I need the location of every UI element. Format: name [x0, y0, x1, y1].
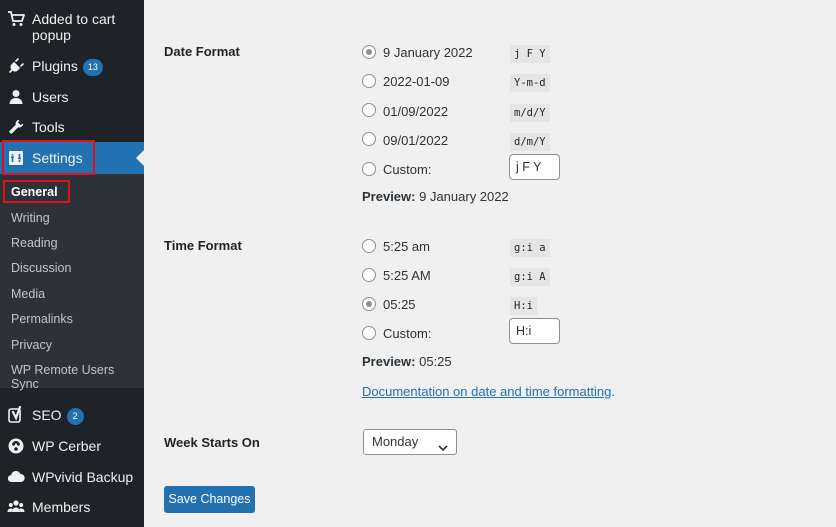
- time-format-radio-3[interactable]: [362, 297, 376, 311]
- time-option-label[interactable]: 5:25 AM: [383, 268, 431, 283]
- submenu-reading[interactable]: Reading: [11, 236, 58, 250]
- menu-item-added-to-cart-popup[interactable]: Added to cart popup: [0, 8, 144, 48]
- menu-item-wpvivid-backup[interactable]: WPvivid Backup: [0, 465, 144, 489]
- time-format-radio-custom[interactable]: [362, 326, 376, 340]
- menu-item-seo[interactable]: SEO 2: [0, 403, 144, 427]
- submenu-writing[interactable]: Writing: [11, 211, 50, 225]
- date-custom-label[interactable]: Custom:: [383, 162, 431, 177]
- menu-label: SEO: [32, 407, 62, 423]
- menu-label: WP Cerber: [32, 438, 101, 454]
- time-format-label: Time Format: [164, 238, 242, 253]
- date-format-radio-custom[interactable]: [362, 162, 376, 176]
- menu-item-users[interactable]: Users: [0, 85, 144, 109]
- submenu-media[interactable]: Media: [11, 287, 45, 301]
- time-preview: Preview: 05:25: [362, 354, 452, 369]
- yoast-icon: [7, 406, 25, 424]
- date-format-custom-input[interactable]: j F Y: [509, 154, 560, 180]
- submenu-permalinks[interactable]: Permalinks: [11, 312, 73, 326]
- week-starts-value: Monday: [372, 434, 419, 449]
- cart-icon: [7, 10, 25, 28]
- admin-sidebar: Added to cart popup Plugins 13 Users Tool…: [0, 0, 144, 527]
- date-format-code: Y-m-d: [510, 74, 550, 92]
- date-format-code: m/d/Y: [510, 104, 550, 122]
- date-format-radio-3[interactable]: [362, 103, 376, 117]
- documentation-link[interactable]: Documentation on date and time formattin…: [362, 384, 611, 399]
- preview-value: 05:25: [419, 354, 452, 369]
- general-highlight-box: [3, 180, 70, 203]
- menu-label: Tools: [32, 119, 65, 135]
- time-format-radio-1[interactable]: [362, 239, 376, 253]
- date-format-code: j F Y: [510, 45, 550, 63]
- date-format-radio-4[interactable]: [362, 132, 376, 146]
- preview-label: Preview:: [362, 189, 416, 204]
- chevron-down-icon: [438, 437, 448, 461]
- date-format-radio-1[interactable]: [362, 45, 376, 59]
- date-option-label[interactable]: 9 January 2022: [383, 45, 473, 60]
- menu-label: Plugins: [32, 58, 78, 74]
- plugins-update-badge: 13: [82, 58, 103, 76]
- time-format-code: g:i A: [510, 268, 550, 286]
- time-format-code: g:i a: [510, 239, 550, 257]
- date-preview: Preview: 9 January 2022: [362, 189, 509, 204]
- menu-label: Members: [32, 499, 91, 515]
- user-icon: [7, 88, 25, 106]
- date-option-label[interactable]: 01/09/2022: [383, 104, 448, 119]
- date-format-radio-2[interactable]: [362, 74, 376, 88]
- submenu-privacy[interactable]: Privacy: [11, 338, 52, 352]
- settings-highlight-box: [2, 140, 95, 175]
- menu-item-plugins[interactable]: Plugins 13: [0, 54, 144, 78]
- time-format-radio-2[interactable]: [362, 268, 376, 282]
- menu-item-wp-cerber[interactable]: WP Cerber: [0, 434, 144, 458]
- date-format-code: d/m/Y: [510, 133, 550, 151]
- time-custom-label[interactable]: Custom:: [383, 326, 431, 341]
- settings-submenu: General Writing Reading Discussion Media…: [0, 174, 144, 391]
- menu-label: Added to cart popup: [32, 11, 116, 43]
- submenu-wp-remote-users-sync[interactable]: WP Remote Users Sync: [11, 363, 144, 391]
- week-starts-select[interactable]: Monday: [363, 429, 457, 455]
- time-option-label[interactable]: 5:25 am: [383, 239, 430, 254]
- plugin-icon: [7, 57, 25, 75]
- menu-label: Users: [32, 89, 69, 105]
- wrench-icon: [7, 118, 25, 136]
- save-changes-button[interactable]: Save Changes: [164, 486, 255, 513]
- time-format-code: H:i: [510, 297, 537, 315]
- week-starts-label: Week Starts On: [164, 435, 260, 450]
- time-option-label[interactable]: 05:25: [383, 297, 416, 312]
- preview-label: Preview:: [362, 354, 416, 369]
- time-format-custom-input[interactable]: H:i: [509, 318, 560, 344]
- cerber-icon: [7, 437, 25, 455]
- submenu-discussion[interactable]: Discussion: [11, 261, 71, 275]
- cloud-icon: [7, 468, 25, 486]
- date-option-label[interactable]: 09/01/2022: [383, 133, 448, 148]
- members-icon: [7, 498, 25, 516]
- date-option-label[interactable]: 2022-01-09: [383, 74, 450, 89]
- date-format-label: Date Format: [164, 44, 240, 59]
- preview-value: 9 January 2022: [419, 189, 509, 204]
- menu-item-members[interactable]: Members: [0, 495, 144, 519]
- doc-link-suffix: .: [611, 384, 615, 399]
- seo-notification-badge: 2: [66, 407, 84, 425]
- menu-label: WPvivid Backup: [32, 469, 134, 485]
- documentation-text: Documentation on date and time formattin…: [362, 384, 615, 399]
- menu-item-tools[interactable]: Tools: [0, 115, 144, 139]
